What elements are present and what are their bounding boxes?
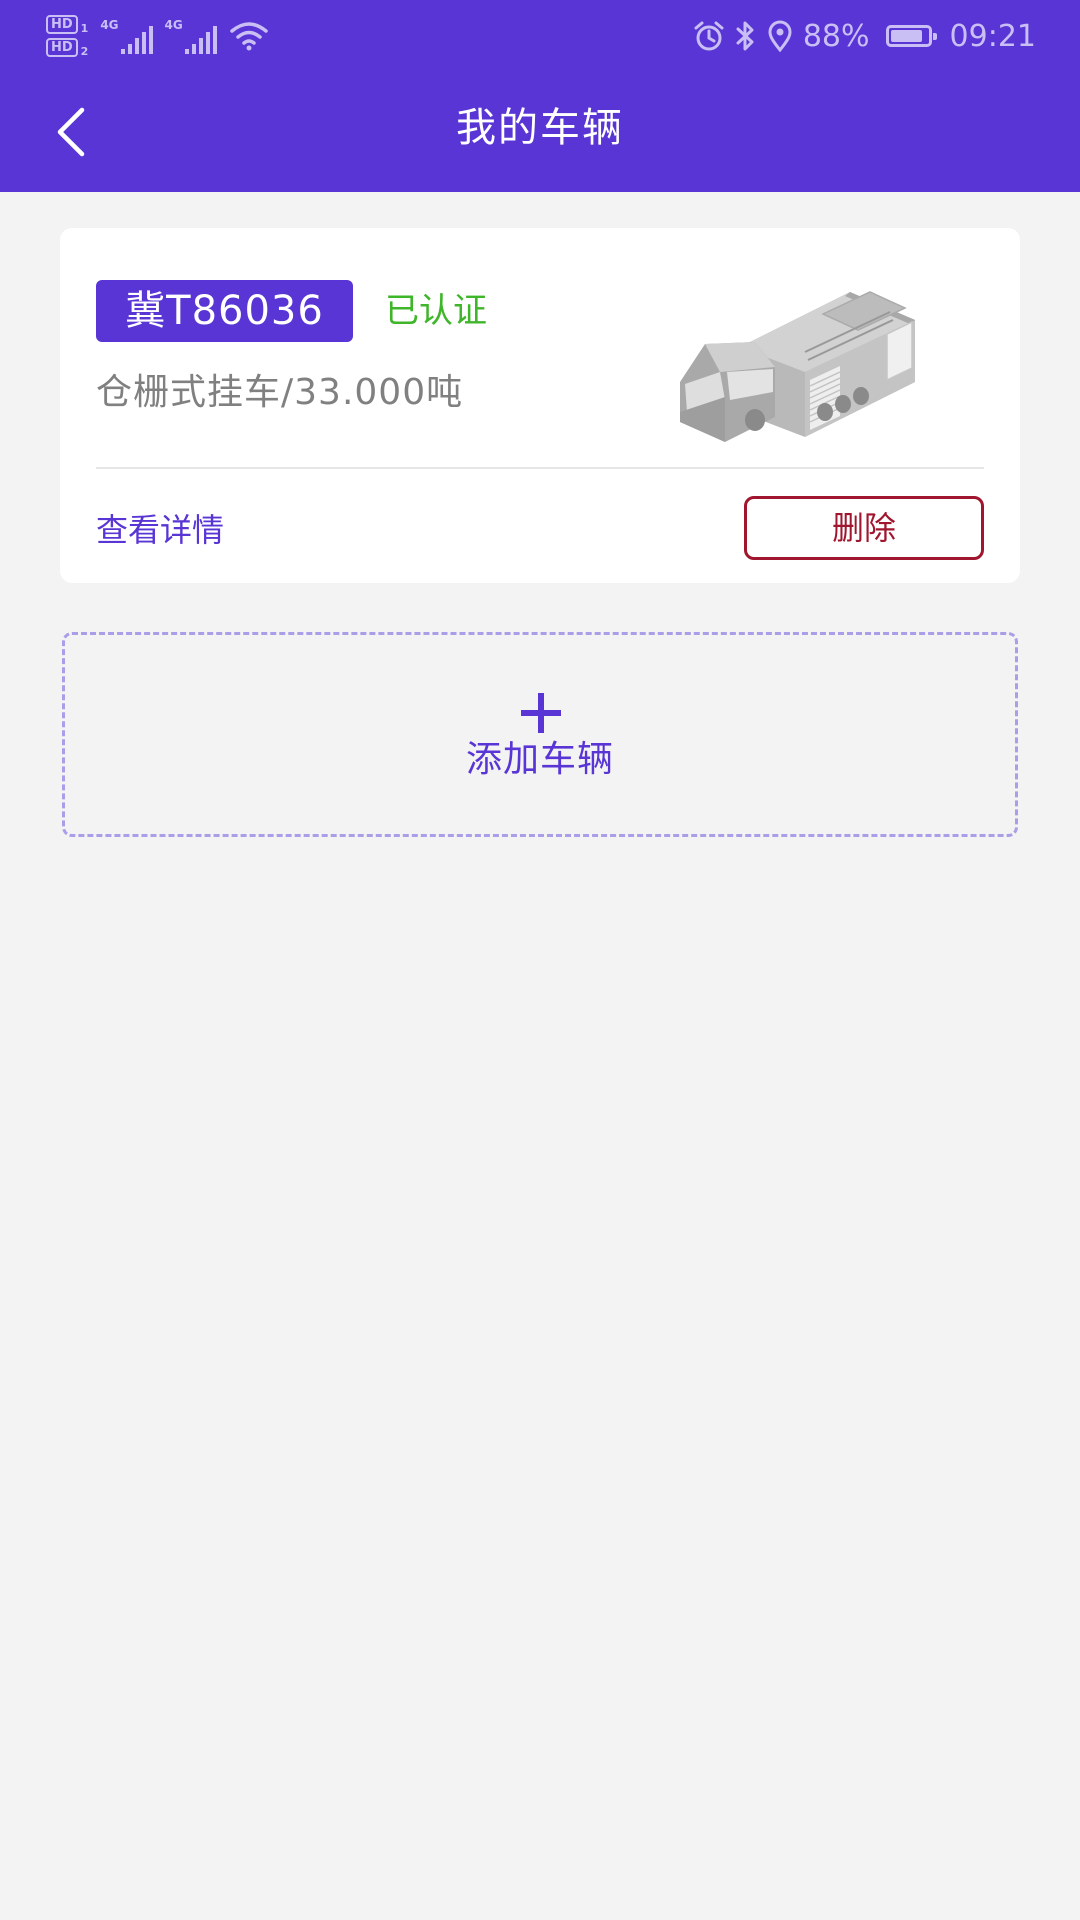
battery-percent: 88% — [802, 18, 870, 54]
signal-icon — [184, 26, 217, 54]
bluetooth-icon — [736, 21, 754, 51]
truck-icon — [680, 291, 915, 442]
network-1: 4G — [100, 18, 154, 54]
sim2-hd-label: HD — [46, 38, 78, 57]
app-bar: 我的车辆 — [0, 72, 1080, 192]
certified-status: 已认证 — [385, 291, 487, 331]
status-left-icons: HD 1 HD 2 4G 4G — [46, 10, 269, 62]
battery-level — [890, 30, 922, 42]
plus-icon — [521, 693, 561, 733]
vehicle-card: 冀T86036 已认证 仓栅式挂车/33.000吨 查看详情 删除 — [60, 228, 1020, 583]
alarm-icon — [694, 21, 724, 51]
status-bar: HD 1 HD 2 4G 4G 88% 09:21 — [0, 0, 1080, 72]
license-plate-badge: 冀T86036 — [96, 280, 353, 342]
card-divider — [96, 467, 984, 469]
delete-button[interactable]: 删除 — [744, 496, 984, 560]
sim-indicators: HD 1 HD 2 — [46, 15, 88, 57]
network-1-type: 4G — [100, 18, 119, 32]
add-vehicle-label: 添加车辆 — [465, 739, 614, 780]
vehicle-description: 仓栅式挂车/33.000吨 — [96, 372, 464, 413]
sim2-index: 2 — [80, 45, 89, 58]
add-vehicle-button[interactable]: 添加车辆 — [62, 632, 1018, 837]
signal-icon — [120, 26, 153, 54]
clock: 09:21 — [949, 18, 1036, 54]
location-icon — [768, 20, 792, 52]
battery-icon — [885, 25, 937, 47]
sim1-hd-label: HD — [46, 15, 78, 34]
status-right-icons: 88% 09:21 — [693, 0, 1036, 72]
network-2-type: 4G — [164, 18, 183, 32]
sim2-indicator: HD 2 — [46, 38, 88, 57]
network-2: 4G — [165, 18, 219, 54]
page-title: 我的车辆 — [456, 105, 624, 151]
sim1-index: 1 — [80, 22, 89, 35]
sim1-indicator: HD 1 — [46, 15, 88, 34]
view-details-link[interactable]: 查看详情 — [96, 502, 224, 558]
wifi-icon — [229, 22, 268, 51]
